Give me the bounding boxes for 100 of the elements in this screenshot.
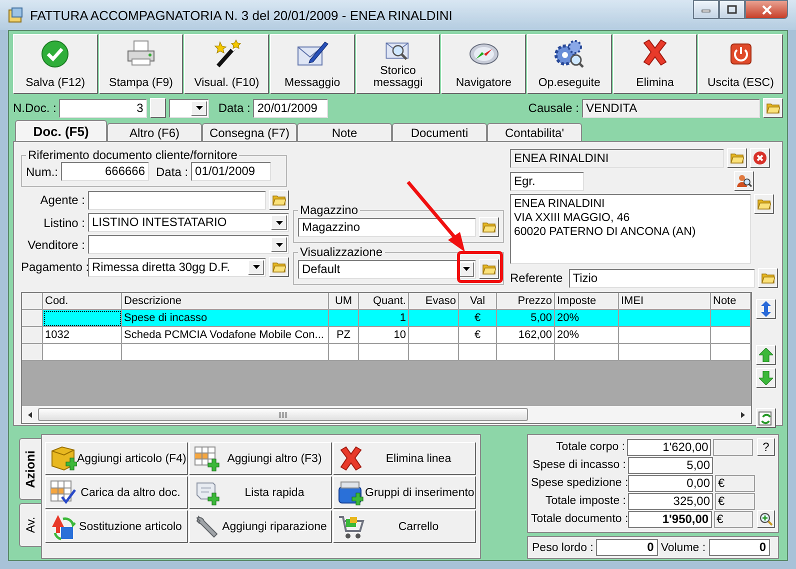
dropdown-field[interactable] [88,235,289,254]
table-cell [497,344,555,361]
action-button[interactable]: Aggiungi articolo (F4) [45,442,188,475]
toolbar-button[interactable]: Elimina [612,34,698,94]
field-label: Listino : [42,216,85,230]
text-field[interactable]: Magazzino [298,218,476,236]
field-label: Num.: [26,164,58,178]
folder-button[interactable] [479,259,499,279]
toolbar-button[interactable]: Visual. (F10) [184,34,270,94]
maximize-button[interactable] [719,0,745,19]
folder-button[interactable] [479,217,499,237]
text-field[interactable] [88,190,266,210]
salutation-field[interactable]: Egr. [510,172,584,190]
caret-icon [196,106,203,110]
currency-field: € [715,474,755,492]
action-button[interactable]: Aggiungi altro (F3) [189,442,332,475]
toolbar-button[interactable]: Navigatore [441,34,526,94]
contact-field[interactable]: Tizio [568,268,755,288]
side-tab[interactable]: Azioni [19,438,41,500]
toolbar-button[interactable]: Salva (F12) [13,34,98,94]
up-down-arrow-icon [761,301,771,317]
tab[interactable]: Doc. (F5) [15,120,107,141]
small-button[interactable] [150,98,166,118]
tab[interactable]: Note [297,123,392,141]
swap-arrows-icon [49,512,77,540]
group-title: Magazzino [299,203,360,217]
side-tab[interactable]: Av. [19,503,41,547]
arrow-down-icon [759,371,773,385]
container-plus-icon [337,478,365,506]
tab[interactable]: Altro (F6) [107,123,202,141]
field-label: Referente [510,271,564,285]
toolbar-button[interactable]: Messaggio [270,34,355,94]
toolbar-button[interactable]: Op.eseguite [527,34,612,94]
window-title: FATTURA ACCOMPAGNATORIA N. 3 del 20/01/2009 - ENEA RINALDINI [30,8,452,22]
total-value: 0,00 [628,474,713,492]
dropdown-field[interactable]: Default [298,260,476,278]
series-dropdown[interactable] [169,98,210,118]
action-button[interactable]: Elimina linea [333,442,476,475]
refresh-button[interactable] [756,408,776,428]
move-down-button[interactable] [756,368,776,388]
currency-field: € [715,492,755,510]
total-label: Totale corpo : [555,441,626,453]
toolbar-button[interactable]: Stampa (F9) [98,34,184,94]
table-row[interactable]: 1032 Scheda PCMCIA Vodafone Mobile Con... PZ 10 € 162,00 20% [22,327,751,344]
tab[interactable]: Consegna (F7) [202,123,297,141]
tab[interactable]: Documenti [392,123,487,141]
minimize-icon [701,6,711,12]
cross-circle-icon [753,151,767,165]
field-label: Causale : [528,101,579,115]
toolbar-button[interactable]: Storico messaggi [356,34,440,94]
address-field[interactable]: ENEA RINALDINI VIA XXIII MAGGIO, 46 60020 PATERNO DI ANCONA (AN) [510,194,751,264]
tab[interactable]: Contabilita' [487,123,582,141]
caret-icon [252,265,260,269]
folder-button[interactable] [269,257,289,277]
person-search-icon [736,174,752,188]
folder-icon [482,263,496,275]
folder-icon [766,102,780,114]
close-button[interactable] [745,0,788,19]
scrollbar-thumb[interactable] [38,408,528,421]
details-button[interactable] [757,510,775,528]
action-button[interactable]: Carrello [333,510,476,543]
action-button[interactable]: Carica da altro doc. [45,476,188,509]
remove-button[interactable] [750,148,770,168]
folder-button[interactable] [269,190,289,210]
action-button[interactable]: Aggiungi riparazione [189,510,332,543]
total-value: 1'620,00 [627,438,712,456]
dropdown-field[interactable]: Rimessa diretta 30gg D.F. [88,258,266,276]
toolbar-button[interactable]: Uscita (ESC) [698,34,784,94]
grip-icon [279,412,287,418]
action-button[interactable]: Sostituzione articolo [45,510,188,543]
move-up-button[interactable] [756,345,776,365]
date-field[interactable]: 20/01/2009 [253,98,328,118]
folder-button[interactable] [754,194,774,214]
folder-icon [757,198,771,210]
search-button[interactable] [734,171,754,191]
number-field[interactable]: 666666 [61,162,150,181]
horizontal-scrollbar[interactable] [22,406,751,423]
folder-icon [730,152,744,164]
sort-button[interactable] [756,299,776,319]
table-cell [359,344,409,361]
action-button[interactable]: Lista rapida [189,476,332,509]
folder-button[interactable] [758,268,778,288]
document-number-field[interactable]: 3 [59,98,148,118]
date-field[interactable]: 01/01/2009 [191,162,272,181]
customer-name-field[interactable]: ENEA RINALDINI [510,148,724,168]
folder-button[interactable] [763,98,783,118]
folder-icon [482,221,496,233]
table-cell [409,344,459,361]
field-label: Venditore : [26,238,85,252]
table-row[interactable] [22,344,751,361]
help-button[interactable]: ? [757,438,775,456]
causale-field[interactable]: VENDITA [582,98,760,118]
action-button[interactable]: Gruppi di inserimento [333,476,476,509]
blank-field [713,438,753,456]
dropdown-field[interactable]: LISTINO INTESTATARIO [88,213,289,232]
address-line: VIA XXIII MAGGIO, 46 [514,211,631,225]
minimize-button[interactable] [693,0,719,19]
table-row[interactable]: Spese di incasso 1 € 5,00 20% [22,310,751,327]
folder-button[interactable] [727,148,747,168]
app-icon [8,7,24,23]
